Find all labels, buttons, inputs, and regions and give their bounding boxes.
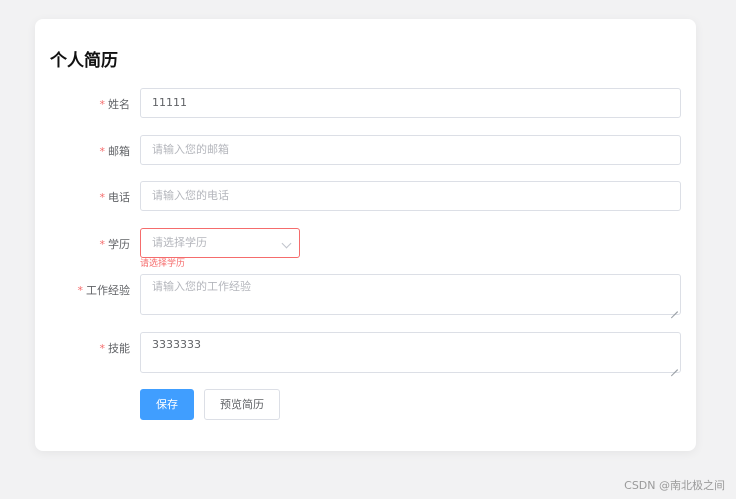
- resume-form-card: 个人简历 * 姓名 11111 * 邮箱 请输入您的邮箱 * 电话 请输入您的电话 *…: [35, 19, 696, 451]
- education-row: * 学历 请选择学历 请选择学历: [35, 228, 696, 272]
- name-label-text: 姓名: [108, 98, 130, 111]
- email-label: * 邮箱: [100, 143, 131, 159]
- phone-label-text: 电话: [108, 191, 130, 204]
- required-mark: *: [99, 145, 106, 158]
- chevron-down-icon: [281, 238, 292, 249]
- name-row: * 姓名 11111: [35, 88, 696, 118]
- email-row: * 邮箱 请输入您的邮箱: [35, 135, 696, 165]
- required-mark: *: [99, 191, 106, 204]
- preview-resume-button[interactable]: 预览简历: [204, 389, 280, 420]
- education-select[interactable]: 请选择学历: [140, 228, 300, 258]
- phone-row: * 电话 请输入您的电话: [35, 181, 696, 211]
- required-mark: *: [99, 98, 106, 111]
- required-mark: *: [99, 238, 106, 251]
- experience-textarea-placeholder: 请输入您的工作经验: [152, 280, 251, 293]
- skills-label: * 技能: [100, 340, 131, 356]
- experience-label-text: 工作经验: [86, 284, 130, 297]
- education-error-message: 请选择学历: [140, 259, 186, 269]
- experience-textarea[interactable]: 请输入您的工作经验: [140, 274, 681, 315]
- form-actions: 保存 预览简历: [35, 389, 696, 420]
- phone-input[interactable]: 请输入您的电话: [140, 181, 681, 211]
- education-label: * 学历: [100, 236, 131, 252]
- email-label-text: 邮箱: [108, 145, 130, 158]
- required-mark: *: [99, 342, 106, 355]
- resize-handle-icon[interactable]: [671, 305, 678, 312]
- save-button[interactable]: 保存: [140, 389, 194, 420]
- skills-row: * 技能 3333333: [35, 332, 696, 373]
- experience-label: * 工作经验: [78, 282, 131, 298]
- page-title: 个人简历: [50, 51, 118, 71]
- skills-textarea[interactable]: 3333333: [140, 332, 681, 373]
- experience-row: * 工作经验 请输入您的工作经验: [35, 274, 696, 315]
- skills-textarea-value: 3333333: [152, 338, 201, 351]
- education-select-placeholder: 请选择学历: [152, 236, 207, 249]
- name-label: * 姓名: [100, 96, 131, 112]
- email-input[interactable]: 请输入您的邮箱: [140, 135, 681, 165]
- watermark: CSDN @南北极之间: [624, 479, 725, 492]
- education-label-text: 学历: [108, 238, 130, 251]
- required-mark: *: [77, 284, 84, 297]
- phone-label: * 电话: [100, 189, 131, 205]
- resize-handle-icon[interactable]: [671, 363, 678, 370]
- skills-label-text: 技能: [108, 342, 130, 355]
- name-input[interactable]: 11111: [140, 88, 681, 118]
